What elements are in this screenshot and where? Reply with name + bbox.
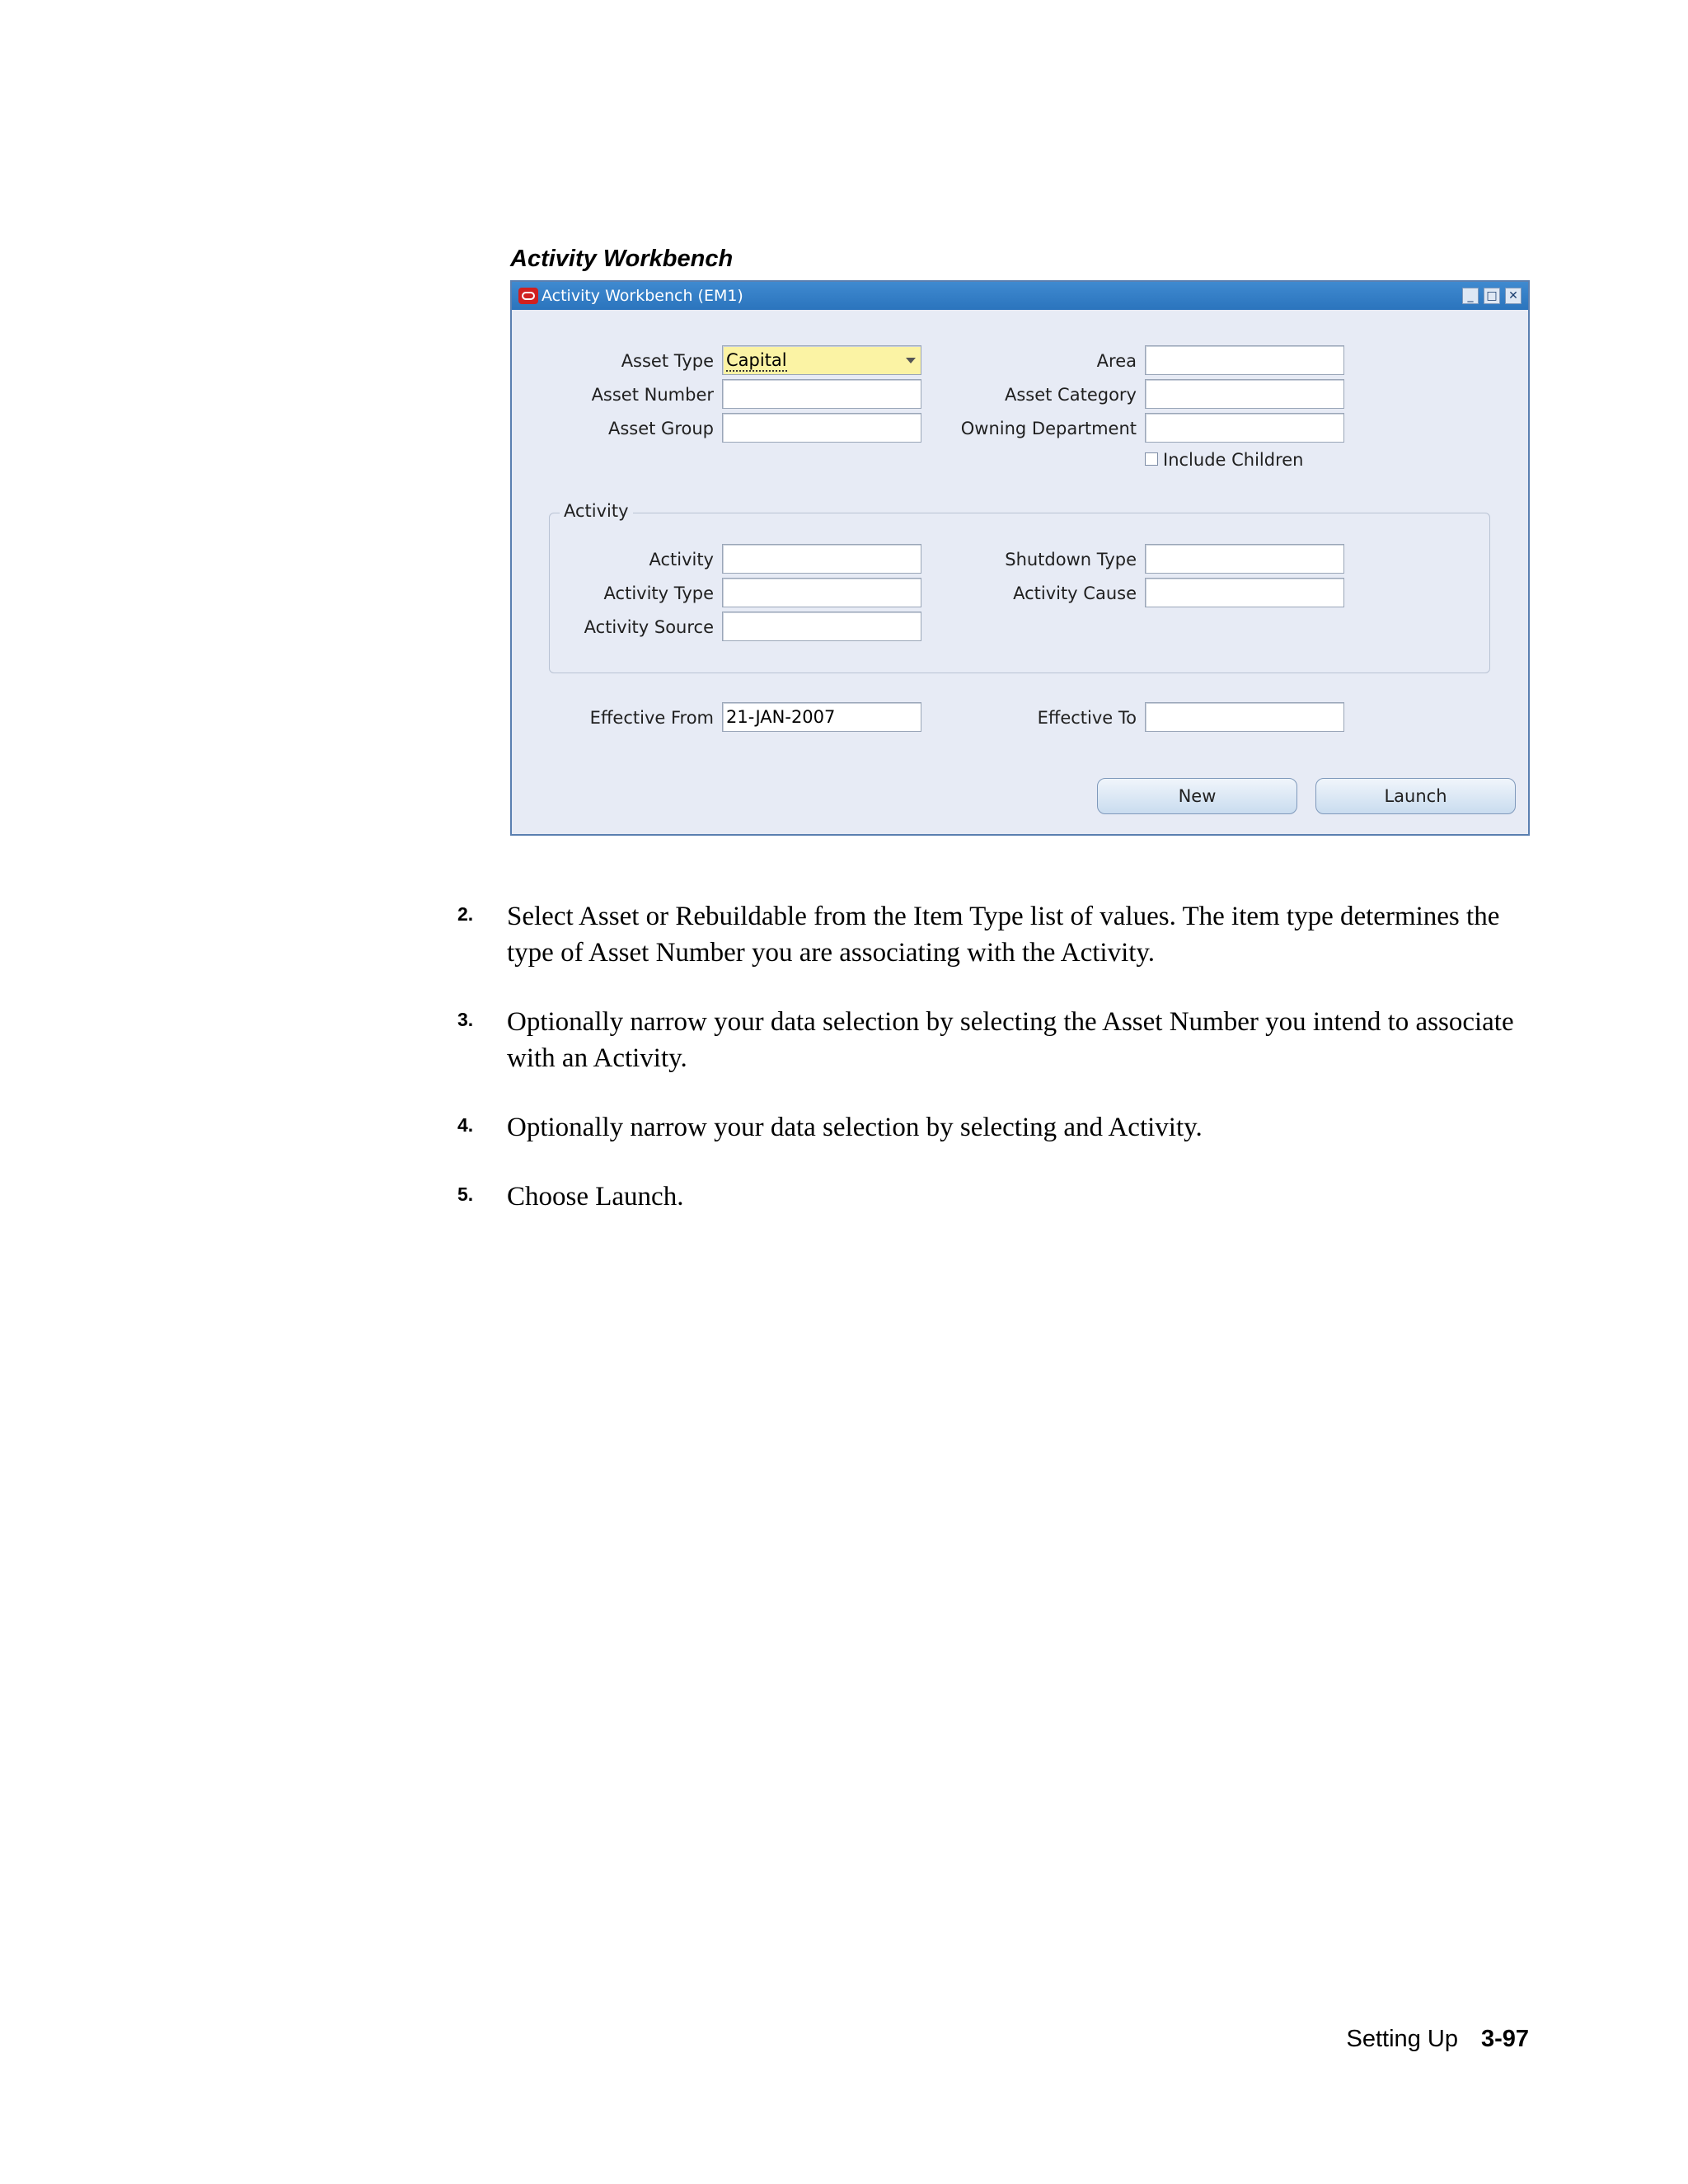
maximize-icon[interactable]: □ — [1484, 288, 1500, 304]
owning-department-field[interactable] — [1145, 413, 1344, 443]
steps-list: 2. Select Asset or Rebuildable from the … — [457, 898, 1529, 1248]
shutdown-type-field[interactable] — [1145, 544, 1344, 574]
owning-department-label: Owning Department — [960, 419, 1137, 438]
asset-type-value: Capital — [726, 350, 787, 372]
asset-type-select[interactable]: Capital — [722, 345, 921, 375]
step-text: Optionally narrow your data selection by… — [507, 1007, 1514, 1073]
activity-label: Activity — [649, 550, 714, 569]
effective-to-field[interactable] — [1145, 702, 1344, 732]
activity-field[interactable] — [722, 544, 921, 574]
activity-cause-label: Activity Cause — [1013, 583, 1137, 603]
figure-caption: Activity Workbench — [510, 246, 734, 272]
list-item: 4. Optionally narrow your data selection… — [457, 1109, 1529, 1146]
step-number: 5. — [457, 1183, 474, 1205]
activity-workbench-window: Activity Workbench (EM1) _ □ ✕ Asset Typ… — [510, 280, 1530, 836]
list-item: 3. Optionally narrow your data selection… — [457, 1004, 1529, 1076]
page-number: 3-97 — [1480, 2026, 1529, 2052]
list-item: 5. Choose Launch. — [457, 1179, 1529, 1215]
asset-group-label: Asset Group — [607, 419, 714, 438]
step-text: Optionally narrow your data selection by… — [507, 1113, 1203, 1142]
asset-number-field[interactable] — [722, 379, 921, 409]
area-field[interactable] — [1145, 345, 1344, 375]
oracle-logo-icon — [518, 288, 538, 304]
page-footer: Setting Up 3-97 — [1347, 2026, 1529, 2053]
step-number: 4. — [457, 1114, 474, 1136]
effective-from-label: Effective From — [589, 708, 714, 728]
asset-category-label: Asset Category — [1004, 385, 1137, 405]
include-children-checkbox[interactable] — [1145, 452, 1158, 466]
include-children-label: Include Children — [1163, 450, 1304, 470]
close-icon[interactable]: ✕ — [1505, 288, 1522, 304]
minimize-icon[interactable]: _ — [1462, 288, 1479, 304]
list-item: 2. Select Asset or Rebuildable from the … — [457, 898, 1529, 971]
effective-to-label: Effective To — [1037, 708, 1137, 728]
activity-type-field[interactable] — [722, 578, 921, 607]
effective-from-field[interactable]: 21-JAN-2007 — [722, 702, 921, 732]
activity-group-title: Activity — [560, 500, 633, 522]
area-label: Area — [1096, 351, 1137, 371]
activity-source-label: Activity Source — [584, 617, 714, 637]
footer-section: Setting Up — [1346, 2026, 1458, 2052]
activity-cause-field[interactable] — [1145, 578, 1344, 607]
launch-button[interactable]: Launch — [1315, 778, 1516, 814]
asset-group-field[interactable] — [722, 413, 921, 443]
activity-source-field[interactable] — [722, 612, 921, 641]
asset-number-label: Asset Number — [591, 385, 714, 405]
step-text: Choose Launch. — [507, 1182, 684, 1212]
step-number: 3. — [457, 1009, 474, 1030]
new-button[interactable]: New — [1097, 778, 1297, 814]
step-text: Select Asset or Rebuildable from the Ite… — [507, 902, 1500, 968]
chevron-down-icon[interactable] — [906, 358, 916, 363]
asset-type-label: Asset Type — [621, 351, 714, 371]
window-titlebar[interactable]: Activity Workbench (EM1) _ □ ✕ — [512, 282, 1528, 310]
asset-category-field[interactable] — [1145, 379, 1344, 409]
window-title: Activity Workbench (EM1) — [542, 287, 743, 305]
step-number: 2. — [457, 903, 474, 925]
activity-type-label: Activity Type — [603, 583, 714, 603]
shutdown-type-label: Shutdown Type — [1005, 550, 1137, 569]
